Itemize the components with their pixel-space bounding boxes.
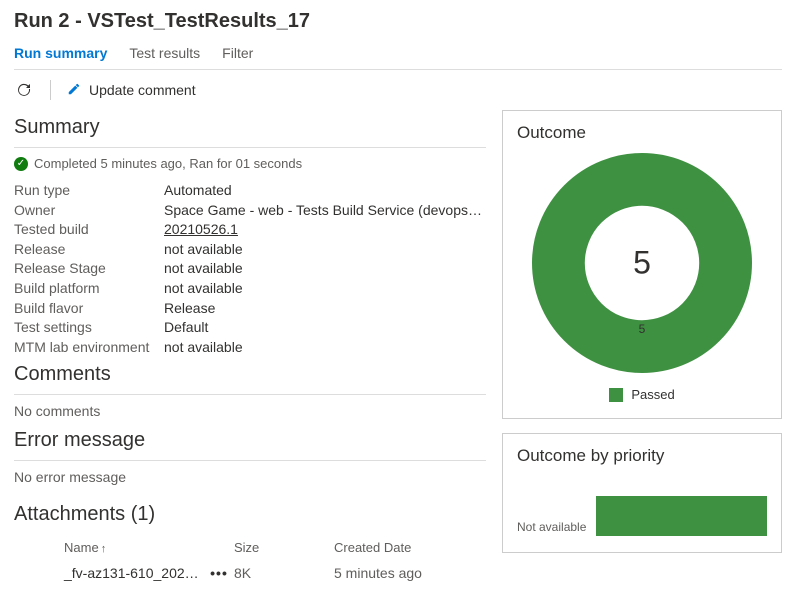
outcome-donut-chart: 5 5 [532,153,752,373]
divider [14,394,486,395]
value-build-platform: not available [164,279,243,299]
column-created[interactable]: Created Date [334,540,486,555]
outcome-total: 5 [633,245,651,282]
sort-asc-icon: ↑ [101,543,107,555]
table-row[interactable]: _fv-az131-610_2021-05-2… ••• 8K 5 minute… [14,559,486,587]
label-build-platform: Build platform [14,279,164,299]
value-owner: Space Game - web - Tests Build Service (… [164,201,486,221]
outcome-passed-count: 5 [639,322,646,336]
error-heading: Error message [14,429,486,452]
tabs: Run summary Test results Filter [14,45,782,70]
update-comment-button[interactable]: Update comment [67,82,196,99]
legend-label-passed: Passed [631,387,674,402]
outcome-priority-heading: Outcome by priority [517,446,767,466]
label-tested-build: Tested build [14,220,164,240]
outcome-legend: Passed [609,387,674,402]
update-comment-label: Update comment [89,82,196,98]
column-name[interactable]: Name↑ [14,540,234,555]
comments-empty: No comments [14,403,486,419]
value-test-settings: Default [164,318,208,338]
priority-bar-label: Not available [517,520,586,536]
summary-heading: Summary [14,116,486,139]
tab-filter[interactable]: Filter [222,45,253,61]
priority-bar-chart: Not available [517,476,767,536]
attachment-name: _fv-az131-610_2021-05-2… [14,565,204,581]
label-mtm-env: MTM lab environment [14,338,164,358]
page-title: Run 2 - VSTest_TestResults_17 [14,10,782,33]
outcome-priority-card: Outcome by priority Not available [502,433,782,553]
value-release-stage: not available [164,259,243,279]
attachments-heading: Attachments (1) [14,503,486,526]
label-test-settings: Test settings [14,318,164,338]
priority-bar [596,496,767,536]
outcome-heading: Outcome [517,123,767,143]
status-text: Completed 5 minutes ago, Ran for 01 seco… [34,156,302,171]
attachments-table: Name↑ Size Created Date _fv-az131-610_20… [14,536,486,587]
value-mtm-env: not available [164,338,243,358]
attachment-size: 8K [234,565,334,581]
edit-icon [67,82,81,99]
label-run-type: Run type [14,181,164,201]
value-release: not available [164,240,243,260]
legend-swatch-passed [609,388,623,402]
comments-heading: Comments [14,363,486,386]
label-owner: Owner [14,201,164,221]
value-build-flavor: Release [164,299,215,319]
error-empty: No error message [14,469,486,485]
divider [14,460,486,461]
attachment-created: 5 minutes ago [334,565,486,581]
toolbar: Update comment [0,70,796,110]
tab-run-summary[interactable]: Run summary [14,45,107,61]
column-size[interactable]: Size [234,540,334,555]
label-build-flavor: Build flavor [14,299,164,319]
divider [14,147,486,148]
outcome-card: Outcome 5 5 Passed [502,110,782,419]
label-release-stage: Release Stage [14,259,164,279]
check-icon: ✓ [14,157,28,171]
value-tested-build[interactable]: 20210526.1 [164,220,238,240]
more-icon[interactable]: ••• [204,565,234,581]
label-release: Release [14,240,164,260]
tab-test-results[interactable]: Test results [129,45,200,61]
value-run-type: Automated [164,181,232,201]
status-row: ✓ Completed 5 minutes ago, Ran for 01 se… [14,156,486,171]
toolbar-divider [50,80,51,100]
refresh-icon[interactable] [14,80,34,100]
